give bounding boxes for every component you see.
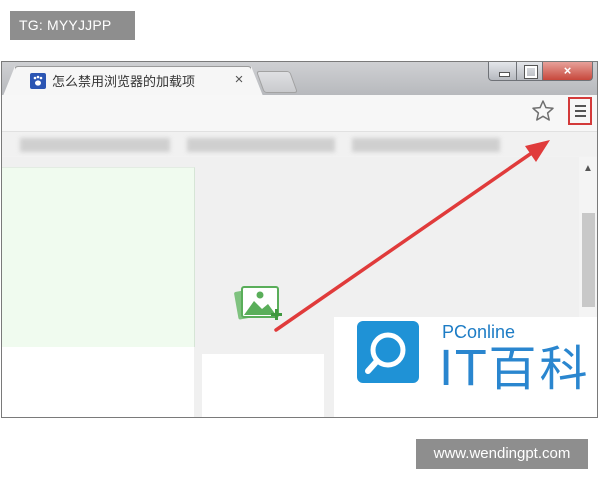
red-pointer-arrow (274, 140, 550, 332)
site-watermark: www.wendingpt.com (416, 439, 588, 469)
